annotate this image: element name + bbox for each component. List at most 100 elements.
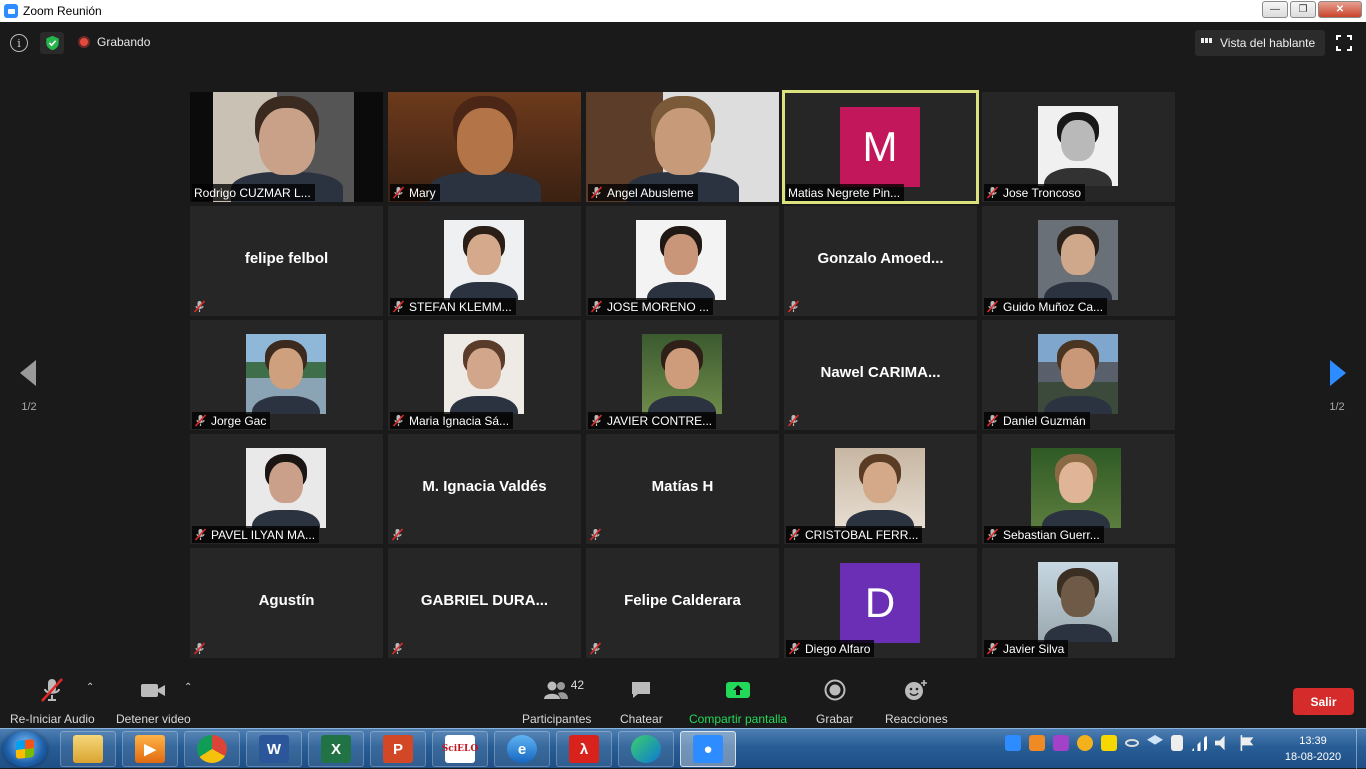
update-tray-icon[interactable]: [1077, 735, 1093, 751]
zoom-icon: ●: [693, 735, 723, 763]
app-tray-icon-2[interactable]: [1053, 735, 1069, 751]
participant-tile[interactable]: STEFAN KLEMM...: [388, 206, 581, 316]
audio-button[interactable]: Re-Iniciar Audio: [10, 678, 95, 726]
participant-tile[interactable]: Sebastian Guerr...: [982, 434, 1175, 544]
participant-tile[interactable]: JAVIER CONTRE...: [586, 320, 779, 430]
fullscreen-icon[interactable]: [1336, 35, 1352, 51]
audio-options-chevron-icon[interactable]: ⌃: [86, 682, 94, 693]
participant-name: Jorge Gac: [211, 413, 267, 428]
participant-tile[interactable]: D Diego Alfaro: [784, 548, 977, 658]
info-icon[interactable]: i: [10, 34, 28, 52]
taskbar-clock[interactable]: 13:39 18-08-2020: [1278, 733, 1348, 765]
participant-tile[interactable]: Matías H: [586, 434, 779, 544]
device-tray-icon[interactable]: [1171, 735, 1183, 751]
taskbar-app-acrobat[interactable]: λ: [556, 731, 612, 767]
volume-icon[interactable]: [1215, 735, 1225, 751]
participant-tile[interactable]: CRISTOBAL FERR...: [784, 434, 977, 544]
participant-name-label: Jose Troncoso: [984, 184, 1086, 201]
participant-video: [1038, 220, 1118, 300]
maximize-button[interactable]: ❐: [1290, 1, 1316, 18]
participant-name-label: Maria Ignacia Sá...: [390, 412, 514, 429]
reactions-button[interactable]: Reacciones: [885, 678, 948, 726]
participant-video: [1038, 334, 1118, 414]
participant-tile[interactable]: Jose Troncoso: [982, 92, 1175, 202]
muted-microphone-icon: [194, 528, 207, 541]
participant-tile[interactable]: Angel Abusleme: [586, 92, 779, 202]
taskbar-app-media-player[interactable]: ▶: [122, 731, 178, 767]
participant-tile[interactable]: GABRIEL DURA...: [388, 548, 581, 658]
participant-name: Guido Muñoz Ca...: [1003, 299, 1104, 314]
participant-tile[interactable]: Felipe Calderara: [586, 548, 779, 658]
participant-tile[interactable]: Agustín: [190, 548, 383, 658]
participant-tile[interactable]: Maria Ignacia Sá...: [388, 320, 581, 430]
record-button[interactable]: Grabar: [816, 678, 853, 726]
speaker-view-button[interactable]: Vista del hablante: [1195, 30, 1326, 56]
participant-display-name: Felipe Calderara: [624, 592, 741, 609]
taskbar-app-zoom[interactable]: ●: [680, 731, 736, 767]
chat-label: Chatear: [620, 712, 663, 726]
video-options-chevron-icon[interactable]: ⌃: [184, 682, 192, 693]
gallery-grid-icon: [1201, 37, 1214, 49]
leave-meeting-button[interactable]: Salir: [1293, 688, 1354, 715]
participant-tile[interactable]: Guido Muñoz Ca...: [982, 206, 1175, 316]
taskbar-app-internet-explorer[interactable]: e: [494, 731, 550, 767]
muted-microphone-icon: [986, 528, 999, 541]
participant-tile[interactable]: felipe felbol: [190, 206, 383, 316]
dropbox-tray-icon[interactable]: [1147, 735, 1163, 745]
participant-tile[interactable]: JOSE MORENO ...: [586, 206, 779, 316]
participant-tile[interactable]: Javier Silva: [982, 548, 1175, 658]
participant-tile[interactable]: PAVEL ILYAN MA...: [190, 434, 383, 544]
taskbar-app-chrome[interactable]: [184, 731, 240, 767]
taskbar-app-excel[interactable]: X: [308, 731, 364, 767]
app-tray-icon-3[interactable]: [1101, 735, 1117, 751]
window-title: Zoom Reunión: [23, 4, 102, 18]
participant-tile[interactable]: M Matias Negrete Pin...: [782, 90, 979, 204]
participant-name: Jose Troncoso: [1003, 185, 1082, 200]
network-signal-icon[interactable]: [1191, 735, 1207, 751]
participant-name: Rodrigo CUZMAR L...: [194, 185, 311, 200]
link-tray-icon[interactable]: [1125, 739, 1139, 747]
muted-microphone-icon: [391, 528, 404, 541]
participant-display-name: GABRIEL DURA...: [420, 592, 549, 609]
recording-dot-icon: [78, 36, 90, 48]
share-screen-label: Compartir pantalla: [689, 712, 788, 726]
security-shield-icon[interactable]: [40, 32, 64, 54]
muted-microphone-icon: [590, 300, 603, 313]
previous-page-button[interactable]: 1/2: [16, 358, 42, 418]
participant-tile[interactable]: M. Ignacia Valdés: [388, 434, 581, 544]
chrome-icon: [197, 735, 227, 763]
participant-display-name: M. Ignacia Valdés: [422, 478, 547, 495]
taskbar-app-scielo[interactable]: SciELO: [432, 731, 488, 767]
next-page-button[interactable]: 1/2: [1324, 358, 1350, 418]
microphone-muted-icon: [39, 678, 65, 702]
taskbar-app-edge[interactable]: [618, 731, 674, 767]
app-tray-icon[interactable]: [1029, 735, 1045, 751]
participant-display-name: Matías H: [651, 478, 714, 495]
smiley-add-icon: [903, 678, 929, 702]
zoom-tray-icon[interactable]: [1005, 735, 1021, 751]
minimize-button[interactable]: —: [1262, 1, 1288, 18]
chat-button[interactable]: Chatear: [620, 678, 663, 726]
participant-name-label: PAVEL ILYAN MA...: [192, 526, 320, 543]
participant-tile[interactable]: Jorge Gac: [190, 320, 383, 430]
taskbar-app-explorer[interactable]: [60, 731, 116, 767]
participant-name-label: Diego Alfaro: [786, 640, 875, 657]
participant-tile[interactable]: Mary: [388, 92, 581, 202]
participants-button[interactable]: 42 Participantes: [522, 678, 591, 726]
start-button[interactable]: [3, 731, 47, 767]
participant-tile[interactable]: Rodrigo CUZMAR L...: [190, 92, 383, 202]
close-window-button[interactable]: ✕: [1318, 1, 1362, 18]
muted-microphone-icon: [986, 414, 999, 427]
show-desktop-button[interactable]: [1356, 729, 1366, 769]
action-center-flag-icon[interactable]: [1240, 735, 1254, 751]
recording-indicator[interactable]: Grabando: [78, 35, 150, 49]
taskbar-app-powerpoint[interactable]: P: [370, 731, 426, 767]
participants-label: Participantes: [522, 712, 592, 726]
participant-tile[interactable]: Nawel CARIMA...: [784, 320, 977, 430]
participant-name: Diego Alfaro: [805, 641, 871, 656]
participant-tile[interactable]: Daniel Guzmán: [982, 320, 1175, 430]
video-button[interactable]: Detener video: [116, 678, 191, 726]
participant-tile[interactable]: Gonzalo Amoed...: [784, 206, 977, 316]
taskbar-app-word[interactable]: W: [246, 731, 302, 767]
share-screen-button[interactable]: Compartir pantalla: [689, 678, 787, 726]
